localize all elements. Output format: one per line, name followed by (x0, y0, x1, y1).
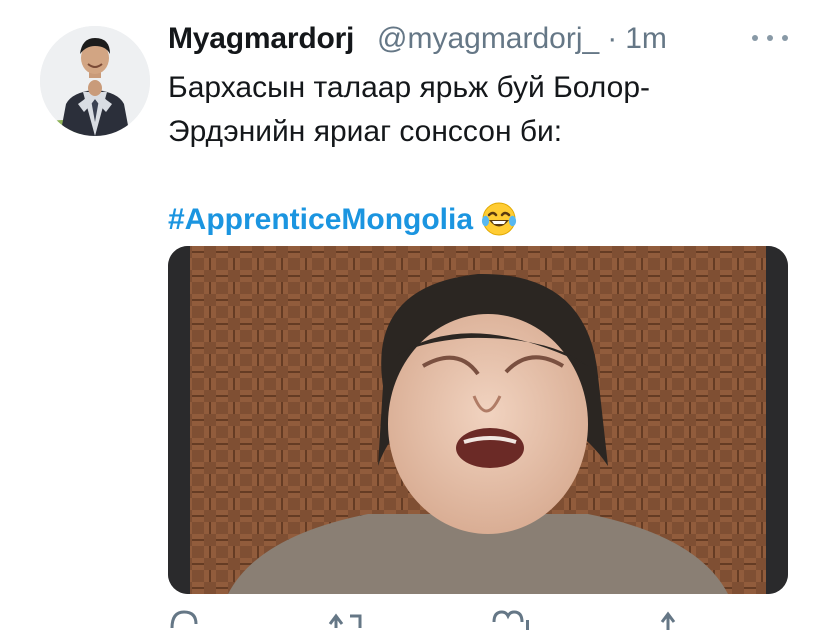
tweet-media[interactable] (168, 246, 788, 594)
tweet[interactable]: Myagmardorj @myagmardorj_ · 1m Бархасын … (0, 0, 828, 630)
tweet-actions (168, 604, 788, 630)
hashtag-line: #ApprenticeMongolia (168, 198, 788, 250)
media-photo (168, 246, 788, 594)
tweet-text: Бархасын талаар ярьж буй Болор- Эрдэнийн… (168, 66, 788, 250)
tears-of-joy-emoji (481, 201, 517, 250)
like-icon[interactable] (490, 610, 530, 635)
user-handle[interactable]: @myagmardorj_ (377, 22, 599, 56)
tweet-text-line: Бархасын талаар ярьж буй Болор- (168, 71, 651, 104)
paragraph-break (168, 154, 788, 198)
reply-icon[interactable] (168, 610, 200, 635)
tweet-meta: @myagmardorj_ · 1m (377, 22, 667, 56)
dot (782, 35, 788, 41)
more-options-icon[interactable] (752, 26, 788, 50)
tweet-text-line: Эрдэнийн яриаг сонссон би: (168, 115, 563, 148)
hashtag-link[interactable]: #ApprenticeMongolia (168, 203, 473, 236)
dot (767, 35, 773, 41)
avatar[interactable] (40, 26, 150, 136)
avatar-image (40, 26, 150, 136)
retweet-icon[interactable] (326, 610, 366, 635)
tweet-timestamp[interactable]: 1m (625, 22, 667, 56)
dot (752, 35, 758, 41)
share-icon[interactable] (654, 610, 682, 635)
display-name[interactable]: Myagmardorj (168, 22, 354, 56)
meta-separator: · (607, 22, 618, 55)
